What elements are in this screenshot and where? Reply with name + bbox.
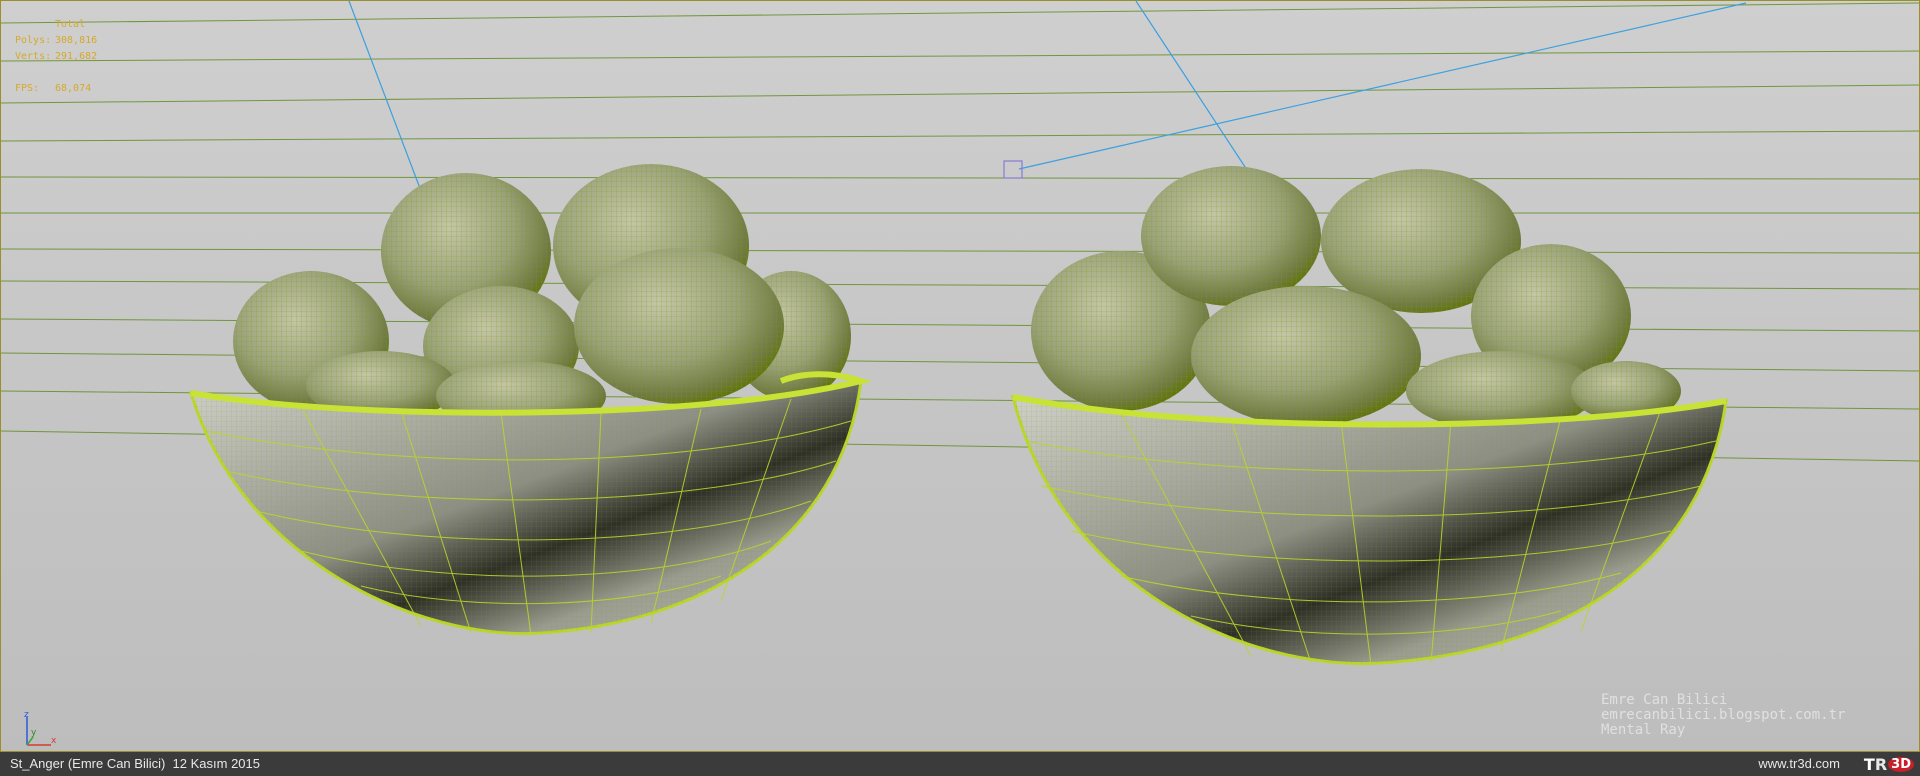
- axis-x-label: x: [51, 736, 57, 746]
- site-link[interactable]: www.tr3d.com: [1758, 756, 1840, 771]
- status-bar: St_Anger (Emre Can Bilici) 12 Kasım 2015…: [0, 752, 1920, 776]
- watermark-author: Emre Can Bilici: [1601, 692, 1728, 708]
- fps-label: FPS:: [15, 83, 40, 94]
- fps-value: 68,074: [55, 83, 92, 94]
- axis-y-label: y: [31, 728, 37, 738]
- status-title: St_Anger (Emre Can Bilici) 12 Kasım 2015: [10, 756, 260, 771]
- scene-render: [1, 1, 1919, 666]
- axis-tripod-icon: z y x: [24, 710, 57, 746]
- logo-3d: 3D: [1888, 756, 1914, 772]
- tr3d-logo-icon: T R 3D: [1864, 754, 1914, 774]
- logo-r: R: [1874, 754, 1888, 774]
- axis-z-label: z: [24, 710, 29, 720]
- stats-mode: Total: [55, 19, 86, 30]
- polys-label: Polys:: [15, 35, 52, 46]
- viewport[interactable]: Total Polys: 308,816 Verts: 291,682 FPS: 68…: [0, 0, 1920, 752]
- viewport-statistics: Total Polys: 308,816 Verts: 291,682 FPS: 68…: [15, 17, 97, 97]
- verts-label: Verts:: [15, 51, 52, 62]
- polys-value: 308,816: [55, 35, 98, 46]
- watermark: Emre Can Bilici emrecanbilici.blogspot.c…: [1601, 693, 1845, 738]
- left-bowl-group: [188, 164, 872, 636]
- watermark-blog: emrecanbilici.blogspot.com.tr: [1601, 707, 1846, 723]
- watermark-renderer: Mental Ray: [1601, 722, 1686, 738]
- camera-lines: [348, 1, 1747, 192]
- right-apples: [1031, 166, 1681, 431]
- verts-value: 291,682: [55, 51, 98, 62]
- left-apples: [233, 164, 851, 431]
- right-bowl-group: [1010, 166, 1728, 666]
- logo-t: T: [1863, 754, 1875, 774]
